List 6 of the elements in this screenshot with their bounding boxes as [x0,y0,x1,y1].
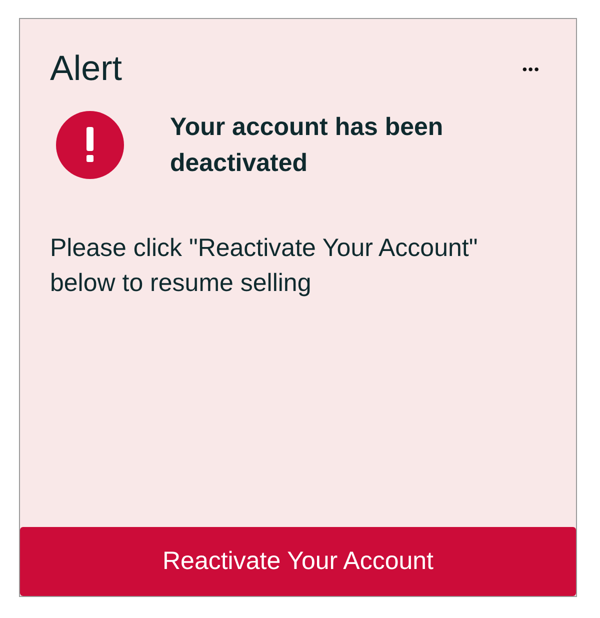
warning-icon [56,111,124,179]
card-title: Alert [50,49,122,89]
more-menu-button[interactable]: ••• [516,61,546,77]
reactivate-button[interactable]: Reactivate Your Account [20,527,576,596]
alert-message: Please click "Reactivate Your Account" below to resume selling [50,233,479,299]
alert-heading: Your account has been deactivated [170,112,444,179]
